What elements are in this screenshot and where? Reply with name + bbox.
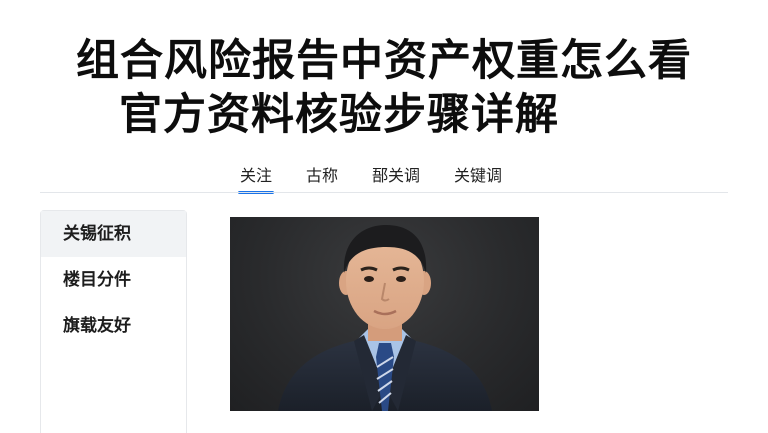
tab-4[interactable]: 关键调 [454,162,502,194]
tab-2[interactable]: 古称 [306,162,338,194]
tab-divider [40,192,728,193]
sidebar-item-3[interactable]: 旗载友好 [41,303,186,349]
sidebar-item-1[interactable]: 关锡征积 [41,211,186,257]
portrait-illustration [278,225,492,411]
sidebar-item-2[interactable]: 楼目分件 [41,257,186,303]
tab-bar: 关注 古称 郚关调 关键调 [237,162,536,194]
sidebar: 关锡征积 楼目分件 旗载友好 [40,210,187,433]
tab-follow[interactable]: 关注 [237,162,275,194]
headline-line-2: 官方资料核验步骤详解 [119,90,559,140]
tab-3[interactable]: 郚关调 [372,162,420,194]
portrait-photo [230,217,539,411]
headline-line-1: 组合风险报告中资产权重怎么看 [76,36,692,86]
article-headline: 组合风险报告中资产权重怎么看 官方资料核验步骤详解 [0,34,768,142]
